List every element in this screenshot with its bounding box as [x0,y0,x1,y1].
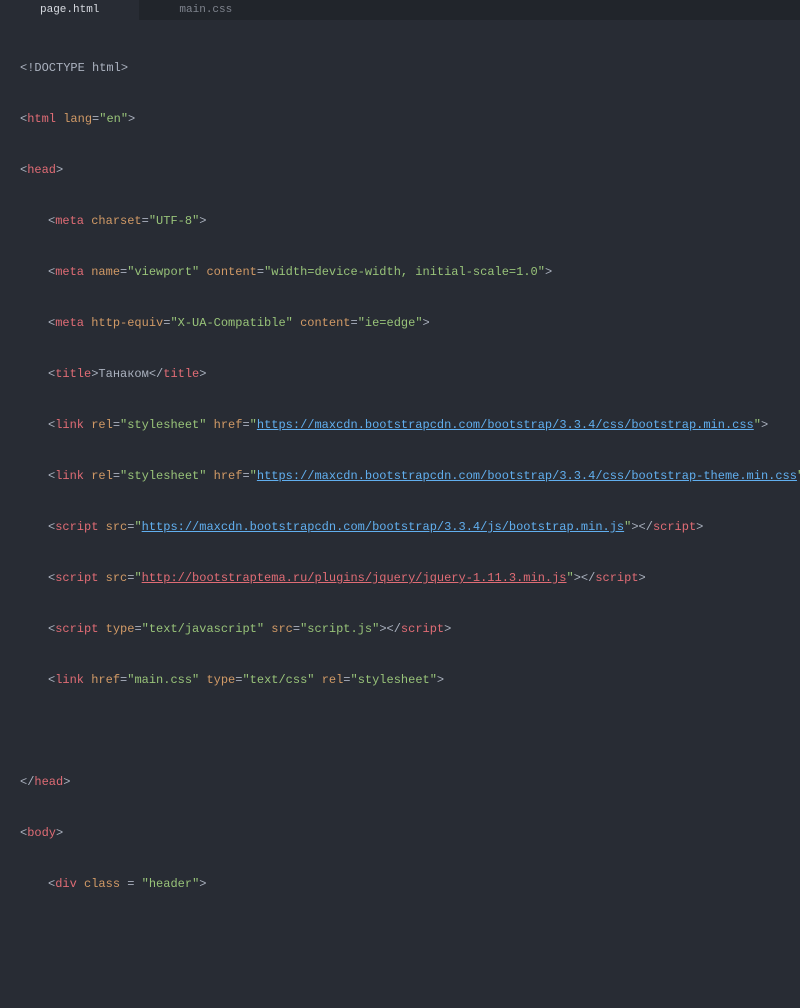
url-link[interactable]: https://maxcdn.bootstrapcdn.com/bootstra… [142,520,624,534]
code-editor[interactable]: <!DOCTYPE html> <html lang="en"> <head> … [0,20,800,1008]
tab-page-html[interactable]: page.html [0,0,139,20]
url-link[interactable]: http://bootstraptema.ru/plugins/jquery/j… [142,571,567,585]
tab-main-css[interactable]: main.css [139,0,272,20]
code-line: <!DOCTYPE html> [20,60,800,77]
tab-bar: page.html main.css [0,0,800,20]
url-link[interactable]: https://maxcdn.bootstrapcdn.com/bootstra… [257,469,797,483]
url-link[interactable]: https://maxcdn.bootstrapcdn.com/bootstra… [257,418,754,432]
